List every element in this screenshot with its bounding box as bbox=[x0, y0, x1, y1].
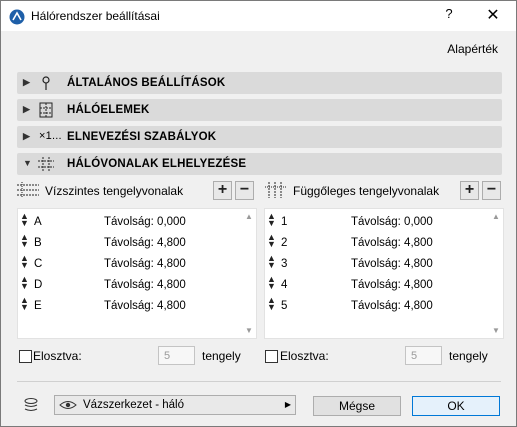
vertical-distribute-label: Elosztva: bbox=[280, 349, 329, 363]
horizontal-count-field[interactable]: 5 bbox=[158, 346, 195, 365]
list-item[interactable]: ▲ ▼ 4 Távolság: 4,800 bbox=[265, 274, 487, 295]
vertical-list-title: Függőleges tengelyvonalak bbox=[293, 184, 440, 198]
gridline-distance: Távolság: 4,800 bbox=[351, 237, 433, 249]
gridline-distance: Távolság: 4,800 bbox=[104, 258, 186, 270]
horizontal-count-unit: tengely bbox=[202, 349, 241, 363]
list-item[interactable]: ▲ ▼ B Távolság: 4,800 bbox=[18, 232, 240, 253]
section-naming-rules[interactable]: ▶ ×1... ELNEVEZÉSI SZABÁLYOK bbox=[17, 126, 502, 148]
grid-settings-dialog: Hálórendszer beállításai ? ✕ Alapérték ▶… bbox=[0, 0, 517, 427]
cancel-button[interactable]: Mégse bbox=[313, 396, 401, 416]
scroll-up-icon[interactable]: ▲ bbox=[245, 212, 253, 221]
horizontal-list-title: Vízszintes tengelyvonalak bbox=[45, 184, 184, 198]
help-button[interactable]: ? bbox=[441, 6, 457, 26]
eye-icon bbox=[59, 401, 77, 409]
section-label: HÁLÓELEMEK bbox=[67, 104, 150, 116]
section-label: ELNEVEZÉSI SZABÁLYOK bbox=[67, 131, 217, 143]
gridline-distance: Távolság: 4,800 bbox=[104, 279, 186, 291]
grid-element-icon bbox=[39, 102, 53, 118]
gridline-distance: Távolság: 4,800 bbox=[351, 258, 433, 270]
gridline-distance: Távolság: 0,000 bbox=[351, 216, 433, 228]
dropdown-arrow-icon: ▶ bbox=[284, 400, 291, 409]
section-grid-elements[interactable]: ▶ HÁLÓELEMEK bbox=[17, 99, 502, 121]
vertical-distribute-checkbox[interactable] bbox=[265, 350, 278, 363]
reorder-handle-icon[interactable]: ▲ ▼ bbox=[267, 212, 276, 228]
list-item[interactable]: ▲ ▼ A Távolság: 0,000 bbox=[18, 211, 240, 232]
expanded-arrow-icon: ▼ bbox=[23, 158, 33, 168]
layers-icon bbox=[24, 398, 38, 411]
reorder-handle-icon[interactable]: ▲ ▼ bbox=[20, 212, 29, 228]
gridline-distance: Távolság: 4,800 bbox=[351, 300, 433, 312]
gridline-name: C bbox=[34, 258, 43, 270]
collapsed-arrow-icon: ▶ bbox=[23, 104, 31, 114]
vertical-gridlines-icon bbox=[265, 182, 287, 198]
horizontal-distribute-checkbox[interactable] bbox=[19, 350, 32, 363]
list-item[interactable]: ▲ ▼ 1 Távolság: 0,000 bbox=[265, 211, 487, 232]
remove-vertical-button[interactable]: − bbox=[482, 181, 501, 200]
vertical-scrollbar[interactable]: ▲ ▼ bbox=[242, 209, 256, 338]
defaults-link[interactable]: Alapérték bbox=[447, 42, 498, 56]
close-button[interactable]: ✕ bbox=[481, 5, 505, 27]
naming-icon: ×1... bbox=[39, 130, 62, 142]
title-bar: Hálórendszer beállításai ? ✕ bbox=[1, 1, 516, 31]
layer-value: Vázszerkezet - háló bbox=[83, 399, 184, 411]
section-label: ÁLTALÁNOS BEÁLLÍTÁSOK bbox=[67, 77, 226, 89]
vertical-count-field[interactable]: 5 bbox=[405, 346, 442, 365]
reorder-handle-icon[interactable]: ▲ ▼ bbox=[20, 275, 29, 291]
gridline-distance: Távolság: 0,000 bbox=[104, 216, 186, 228]
gridline-distance: Távolság: 4,800 bbox=[351, 279, 433, 291]
layer-dropdown[interactable]: Vázszerkezet - háló ▶ bbox=[54, 395, 296, 415]
gridline-name: 4 bbox=[281, 279, 288, 291]
grid-lines-icon bbox=[38, 157, 54, 171]
horizontal-gridlines-icon bbox=[17, 182, 39, 198]
vertical-scrollbar[interactable]: ▲ ▼ bbox=[489, 209, 503, 338]
ok-button[interactable]: OK bbox=[412, 396, 500, 416]
reorder-handle-icon[interactable]: ▲ ▼ bbox=[20, 296, 29, 312]
window-title: Hálórendszer beállításai bbox=[31, 9, 160, 23]
reorder-handle-icon[interactable]: ▲ ▼ bbox=[267, 296, 276, 312]
pin-icon bbox=[42, 76, 50, 90]
remove-horizontal-button[interactable]: − bbox=[235, 181, 254, 200]
archicad-app-icon bbox=[9, 9, 25, 25]
gridline-name: 5 bbox=[281, 300, 288, 312]
collapsed-arrow-icon: ▶ bbox=[23, 77, 31, 87]
scroll-up-icon[interactable]: ▲ bbox=[492, 212, 500, 221]
reorder-handle-icon[interactable]: ▲ ▼ bbox=[20, 254, 29, 270]
reorder-handle-icon[interactable]: ▲ ▼ bbox=[267, 275, 276, 291]
section-label: HÁLÓVONALAK ELHELYEZÉSE bbox=[67, 158, 247, 170]
reorder-handle-icon[interactable]: ▲ ▼ bbox=[267, 254, 276, 270]
list-item[interactable]: ▲ ▼ C Távolság: 4,800 bbox=[18, 253, 240, 274]
add-vertical-button[interactable]: + bbox=[460, 181, 479, 200]
list-item[interactable]: ▲ ▼ 3 Távolság: 4,800 bbox=[265, 253, 487, 274]
footer-divider bbox=[17, 381, 501, 382]
vertical-gridline-list[interactable]: ▲ ▼ 1 Távolság: 0,000 ▲ ▼ 2 Távolság: 4,80… bbox=[264, 208, 504, 339]
gridline-distance: Távolság: 4,800 bbox=[104, 237, 186, 249]
horizontal-gridline-list[interactable]: ▲ ▼ A Távolság: 0,000 ▲ ▼ B Távolság: 4,80… bbox=[17, 208, 257, 339]
reorder-handle-icon[interactable]: ▲ ▼ bbox=[20, 233, 29, 249]
section-general-settings[interactable]: ▶ ÁLTALÁNOS BEÁLLÍTÁSOK bbox=[17, 72, 502, 94]
gridline-name: A bbox=[34, 216, 42, 228]
gridline-name: 2 bbox=[281, 237, 288, 249]
gridline-name: 3 bbox=[281, 258, 288, 270]
scroll-down-icon[interactable]: ▼ bbox=[492, 326, 500, 335]
gridline-name: B bbox=[34, 237, 42, 249]
horizontal-distribute-label: Elosztva: bbox=[33, 349, 82, 363]
list-item[interactable]: ▲ ▼ D Távolság: 4,800 bbox=[18, 274, 240, 295]
list-item[interactable]: ▲ ▼ 5 Távolság: 4,800 bbox=[265, 295, 487, 316]
gridline-name: E bbox=[34, 300, 42, 312]
collapsed-arrow-icon: ▶ bbox=[23, 131, 31, 141]
list-item[interactable]: ▲ ▼ 2 Távolság: 4,800 bbox=[265, 232, 487, 253]
list-item[interactable]: ▲ ▼ E Távolság: 4,800 bbox=[18, 295, 240, 316]
gridline-name: D bbox=[34, 279, 43, 291]
vertical-count-unit: tengely bbox=[449, 349, 488, 363]
gridline-distance: Távolság: 4,800 bbox=[104, 300, 186, 312]
scroll-down-icon[interactable]: ▼ bbox=[245, 326, 253, 335]
section-gridline-placement[interactable]: ▼ HÁLÓVONALAK ELHELYEZÉSE bbox=[17, 153, 502, 175]
reorder-handle-icon[interactable]: ▲ ▼ bbox=[267, 233, 276, 249]
gridline-name: 1 bbox=[281, 216, 288, 228]
add-horizontal-button[interactable]: + bbox=[213, 181, 232, 200]
